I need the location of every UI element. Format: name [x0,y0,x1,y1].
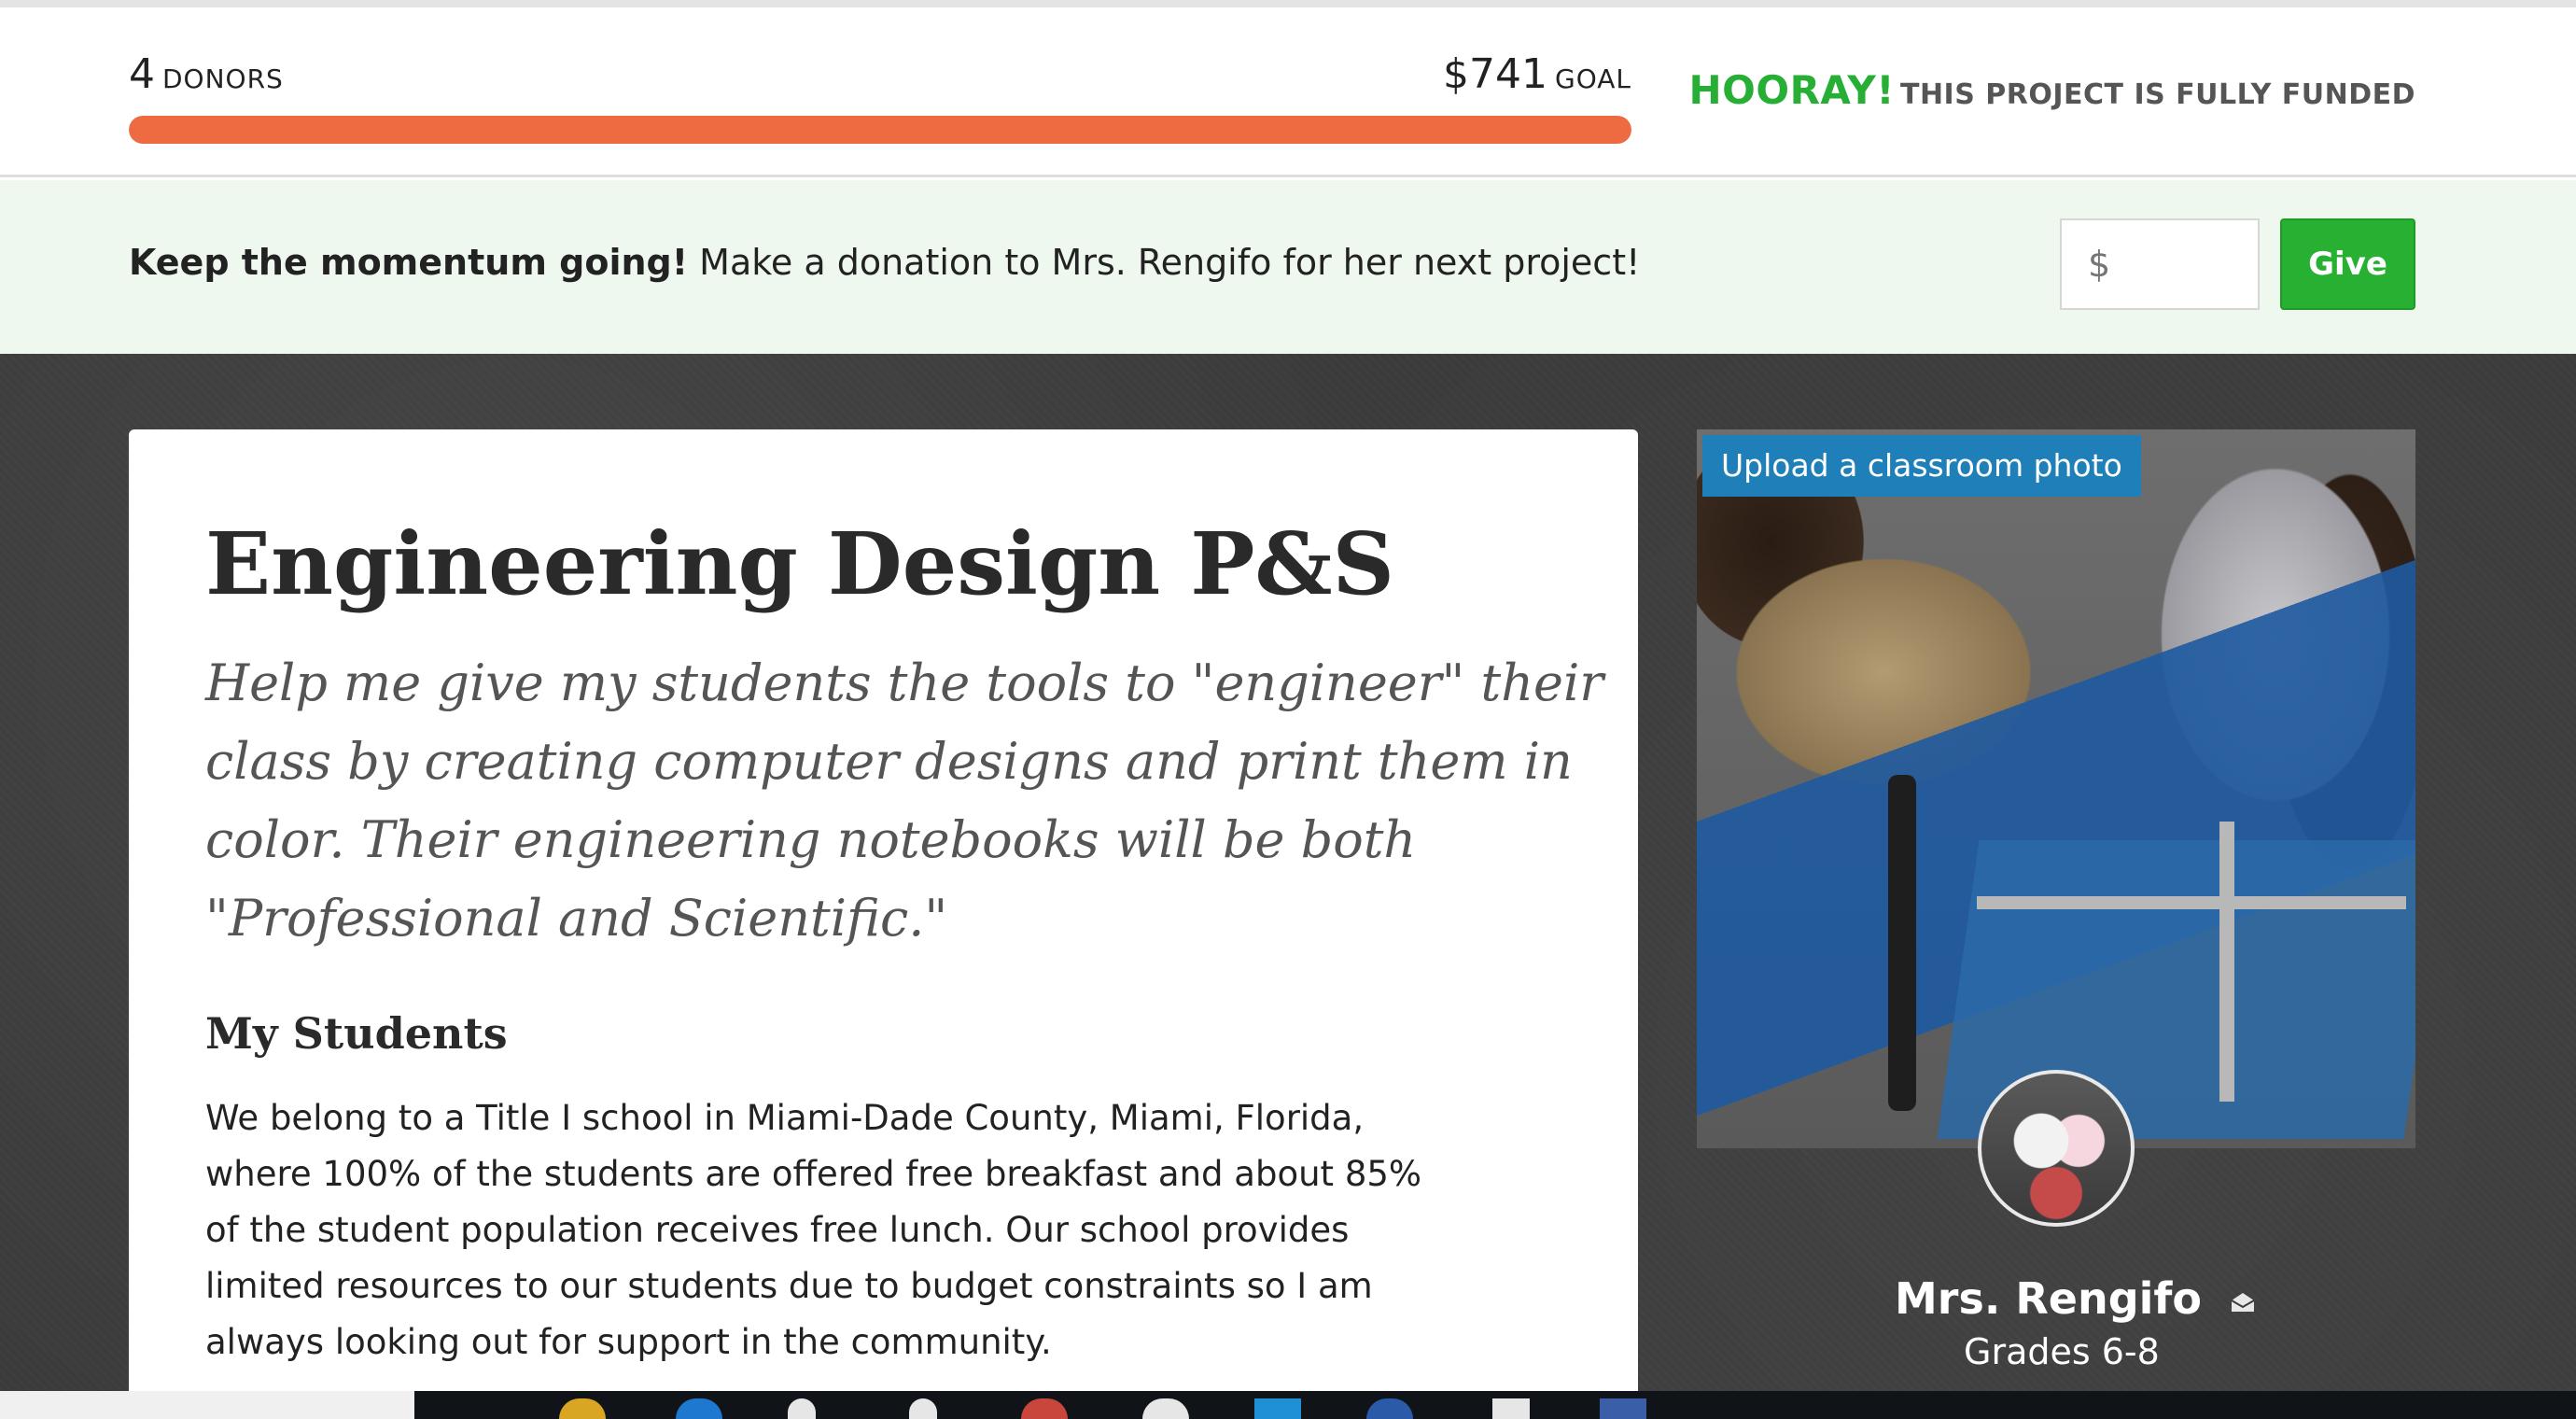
progress-bar [129,116,1631,144]
funded-text: THIS PROJECT IS FULLY FUNDED [1899,78,2415,111]
goal-label: GOAL [1555,63,1631,94]
mail-app-icon[interactable] [1254,1398,1301,1419]
teacher-name[interactable]: Mrs. Rengifo [1895,1273,2202,1324]
project-subtitle: Help me give my students the tools to "e… [205,653,1604,948]
goal-amount: $741 GOAL [1443,50,1631,98]
funded-status: HOORAY! THIS PROJECT IS FULLY FUNDED [1689,67,2415,113]
teacher-avatar[interactable] [1978,1070,2135,1227]
give-button[interactable]: Give [2280,218,2415,310]
photo-robot-rod [1888,775,1916,1111]
teacher-name-block: Mrs. Rengifo [1895,1273,2256,1324]
donors-label: DONORS [162,63,284,94]
my-students-heading: My Students [205,1008,508,1059]
top-rule [0,0,2576,7]
taskbar-left-area [0,1391,414,1419]
momentum-text: Make a donation to Mrs. Rengifo for her … [699,242,1641,283]
donors-number: 4 [129,50,155,98]
project-title: Engineering Design P&S [205,513,1394,614]
donation-banner: Keep the momentum going! Make a donation… [0,180,2576,354]
taskbar [414,1391,2576,1419]
project-board: Engineering Design P&S Help me give my s… [0,354,2576,1400]
chrome-icon[interactable] [1021,1398,1068,1419]
app-icon[interactable] [1142,1398,1189,1419]
upload-classroom-photo-button[interactable]: Upload a classroom photo [1702,435,2141,497]
photo-robot-rail-vertical [2219,822,2234,1102]
goal-number: $741 [1443,50,1547,98]
donors-count: 4 DONORS [129,50,284,98]
photo-robot-rail [1977,896,2406,909]
app-icon-3[interactable] [1492,1398,1530,1419]
edge-icon[interactable] [676,1398,722,1419]
store-icon[interactable] [909,1398,937,1419]
progress-bar-fill [129,116,1631,144]
envelope-icon[interactable] [2230,1291,2256,1314]
momentum-bold: Keep the momentum going! [129,242,689,283]
teacher-grades: Grades 6-8 [1964,1331,2160,1372]
momentum-message: Keep the momentum going! Make a donation… [129,242,1640,283]
app-icon-4[interactable] [1600,1398,1646,1419]
classroom-photo [1697,429,2415,1148]
my-students-text: We belong to a Title I school in Miami-D… [205,1098,1422,1362]
maps-icon[interactable] [788,1398,816,1419]
app-icon-2[interactable] [1366,1398,1413,1419]
funding-progress: 4 DONORS $741 GOAL HOORAY! THIS PROJECT IS … [0,7,2576,177]
project-card: Engineering Design P&S Help me give my s… [129,429,1638,1400]
hooray-label: HOORAY! [1688,67,1895,113]
donation-amount-input[interactable] [2060,218,2260,310]
file-explorer-icon[interactable] [559,1398,606,1419]
